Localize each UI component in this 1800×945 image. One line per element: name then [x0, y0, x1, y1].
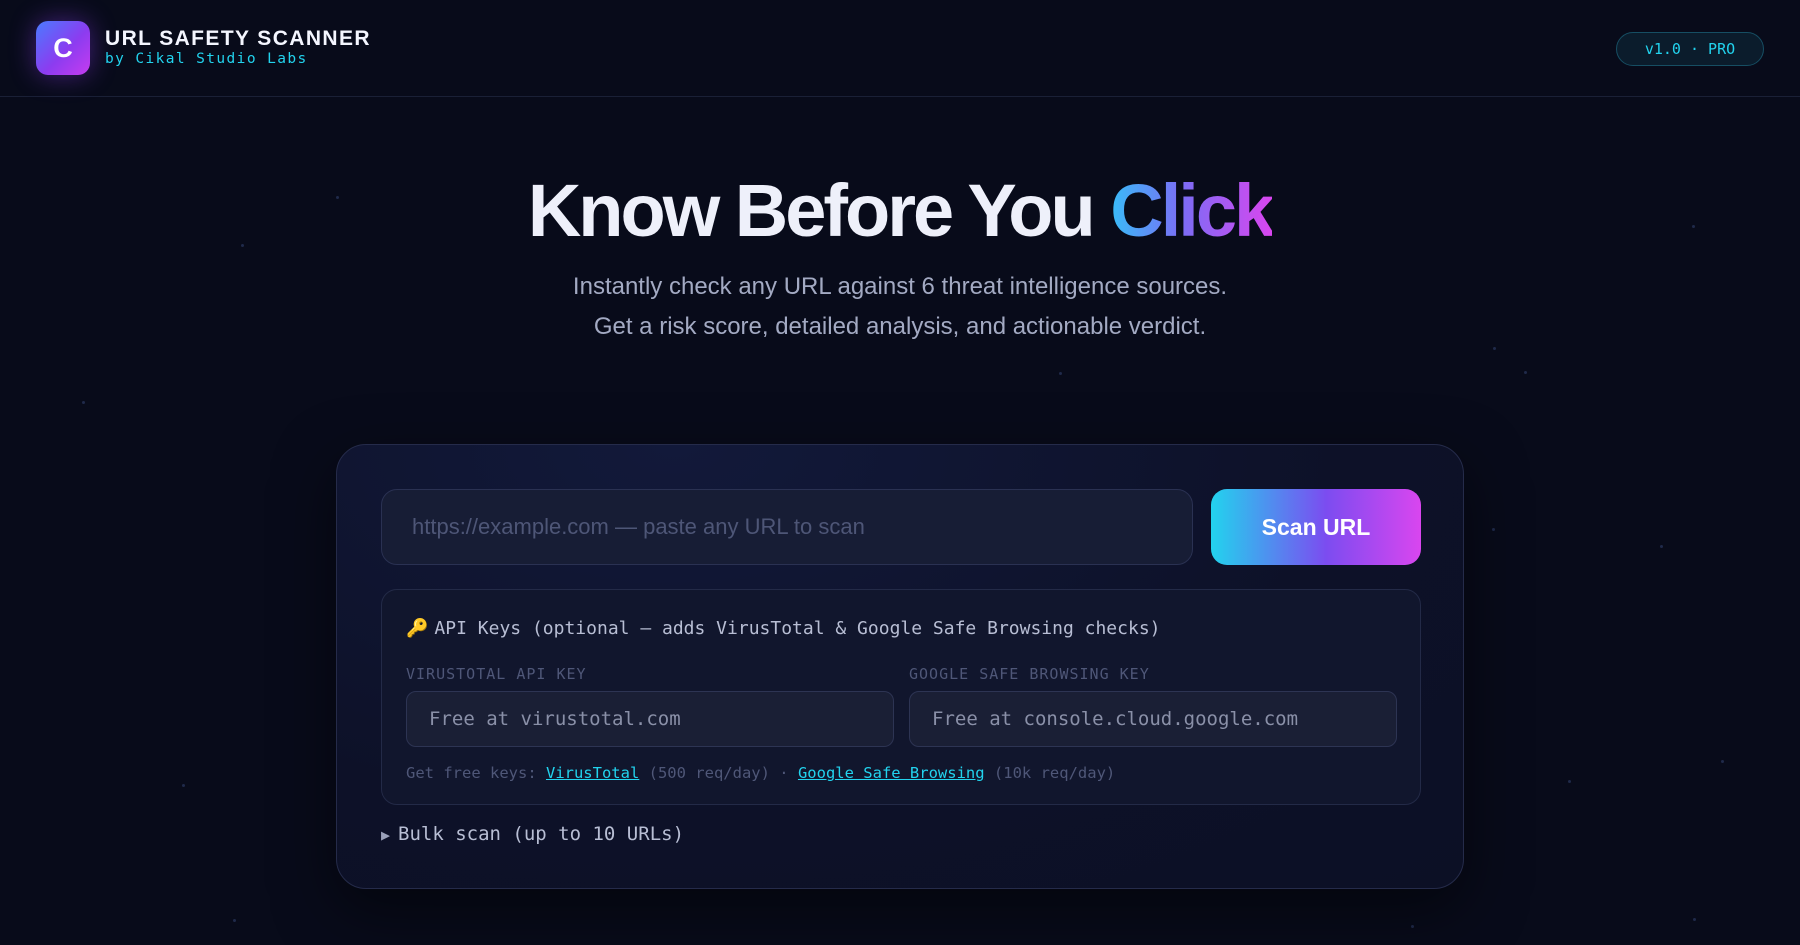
google-quota: (10k req/day): [984, 764, 1116, 782]
virustotal-link[interactable]: VirusTotal: [546, 764, 639, 782]
api-keys-heading: 🔑 API Keys (optional — adds VirusTotal & …: [406, 618, 1161, 639]
api-keys-heading-text: API Keys (optional — adds VirusTotal & G…: [434, 618, 1161, 639]
google-safe-browsing-link[interactable]: Google Safe Browsing: [798, 764, 985, 782]
scan-url-button[interactable]: Scan URL: [1211, 489, 1421, 565]
hero-title-accent: Click: [1110, 169, 1275, 252]
version-badge: v1.0 · PRO: [1616, 32, 1764, 66]
google-key-label: GOOGLE SAFE BROWSING KEY: [909, 665, 1150, 683]
virustotal-key-label: VIRUSTOTAL API KEY: [406, 665, 587, 683]
app-subtitle: by Cikal Studio Labs: [105, 51, 308, 67]
star-dot: [1524, 371, 1527, 374]
scanner-card: Scan URL 🔑API Keys (optional — adds Viru…: [336, 444, 1464, 889]
bulk-scan-label: Bulk scan (up to 10 URLs): [398, 823, 685, 845]
google-safe-browsing-key-input[interactable]: [909, 691, 1397, 747]
star-dot: [1660, 545, 1663, 548]
star-dot: [1493, 347, 1496, 350]
hero-title-main: Know Before You: [527, 169, 1111, 252]
star-dot: [182, 784, 185, 787]
star-dot: [233, 919, 236, 922]
star-dot: [1693, 918, 1696, 921]
app-title: URL SAFETY SCANNER: [105, 27, 371, 50]
help-prefix: Get free keys:: [406, 764, 546, 782]
url-input[interactable]: [381, 489, 1193, 565]
hero-subtitle-line1: Instantly check any URL against 6 threat…: [572, 273, 1228, 300]
virustotal-key-input[interactable]: [406, 691, 894, 747]
top-bar: C URL SAFETY SCANNER by Cikal Studio Lab…: [0, 0, 1800, 97]
api-keys-help: Get free keys: VirusTotal (500 req/day) …: [406, 764, 1115, 782]
app-logo[interactable]: C: [36, 21, 90, 75]
virustotal-quota: (500 req/day) ·: [639, 764, 798, 782]
star-dot: [1492, 528, 1495, 531]
star-dot: [1411, 925, 1414, 928]
caret-right-icon: ▶: [381, 826, 391, 844]
star-dot: [82, 401, 85, 404]
key-icon: 🔑: [406, 618, 429, 639]
star-dot: [1059, 372, 1062, 375]
star-dot: [1568, 780, 1571, 783]
api-keys-panel: 🔑 API Keys (optional — adds VirusTotal & …: [381, 589, 1421, 805]
logo-letter: C: [53, 32, 73, 63]
hero-title: Know Before You Click: [0, 168, 1800, 253]
star-dot: [1721, 760, 1724, 763]
hero-subtitle-line2: Get a risk score, detailed analysis, and…: [593, 313, 1207, 340]
bulk-scan-toggle[interactable]: ▶ Bulk scan (up to 10 URLs): [381, 823, 684, 845]
